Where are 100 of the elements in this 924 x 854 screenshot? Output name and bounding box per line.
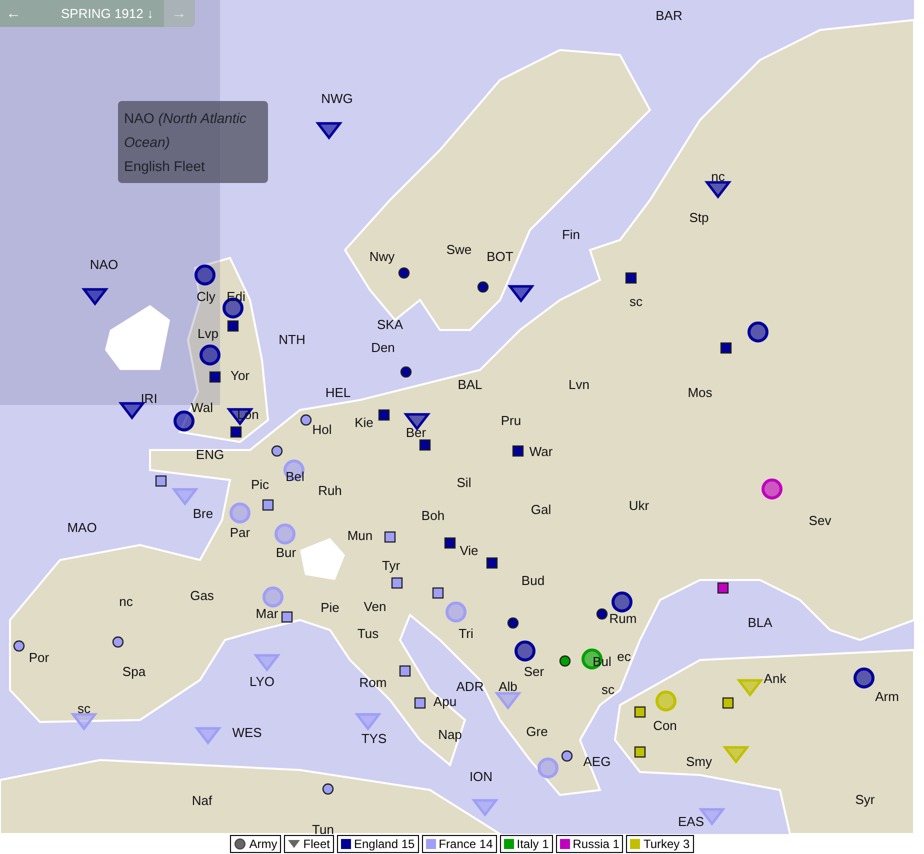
province-label: Ser (524, 664, 544, 679)
province-label: sc (602, 682, 614, 697)
province-label: Sil (456, 475, 472, 490)
province-label: Naf (192, 793, 212, 808)
province-label: Lvp (198, 326, 218, 341)
fleet-marker[interactable] (70, 713, 98, 731)
province-label: War (529, 444, 553, 459)
province-label: SKA (377, 317, 403, 332)
province-label: Apu (433, 694, 457, 709)
tooltip-unit-text: English Fleet (124, 157, 206, 176)
fleet-marker[interactable] (471, 799, 499, 817)
army-marker[interactable] (274, 524, 296, 544)
province-label: IRI (140, 391, 158, 406)
province-label: BOT (486, 249, 514, 264)
province-label: Par (230, 525, 250, 540)
province-label: Tus (357, 626, 379, 641)
army-marker[interactable] (748, 322, 768, 342)
province-label: Bre (192, 506, 214, 521)
province-label: Tun (312, 822, 334, 834)
legend-label: Turkey 3 (643, 837, 690, 851)
province-label: Gas (190, 588, 214, 603)
army-marker[interactable] (200, 344, 220, 366)
impassable-region (300, 538, 345, 580)
province-label: Boh (421, 508, 445, 523)
province-label: NTH (278, 332, 306, 347)
province-label: NWG (321, 91, 353, 106)
fleet-icon (288, 840, 300, 848)
province-label: Stp (689, 210, 709, 225)
fleet-marker[interactable] (253, 654, 281, 672)
province-label: Vie (460, 543, 478, 558)
fleet-marker[interactable] (507, 285, 535, 303)
province-label: AEG (583, 754, 611, 769)
province-label: Ank (764, 671, 786, 686)
province-label: WES (232, 725, 262, 740)
army-marker[interactable] (446, 602, 466, 622)
army-marker[interactable] (230, 502, 250, 524)
legend-label: Russia 1 (572, 837, 620, 851)
fleet-marker[interactable] (704, 181, 732, 199)
army-marker[interactable] (762, 478, 782, 500)
legend-label: Fleet (303, 837, 330, 851)
army-marker[interactable] (262, 586, 284, 608)
province-label: ADR (456, 679, 484, 694)
province-label: Gre (526, 724, 548, 739)
province-label: Por (28, 650, 50, 665)
province-label: Spa (122, 664, 146, 679)
province-label: Tyr (382, 558, 400, 573)
province-label: Den (371, 340, 395, 355)
fleet-marker[interactable] (315, 122, 343, 140)
army-marker[interactable] (854, 668, 874, 688)
province-label: EAS (678, 814, 704, 829)
province-label: ENG (196, 447, 224, 462)
province-label: sc (78, 701, 90, 716)
province-label: Fin (562, 227, 580, 242)
fleet-marker[interactable] (722, 746, 750, 764)
province-label: Bud (521, 573, 545, 588)
province-label: Gal (530, 502, 552, 517)
province-label: Ven (364, 599, 386, 614)
phase-label[interactable]: SPRING 1912 ↓ (29, 0, 164, 27)
army-marker[interactable] (284, 460, 304, 480)
legend-label: France 14 (438, 837, 493, 851)
province-label: Bel (286, 469, 304, 484)
province-label: Tri (458, 626, 474, 641)
army-marker[interactable] (514, 640, 536, 662)
province-label: Rom (359, 675, 387, 690)
army-icon (234, 838, 246, 850)
fleet-marker[interactable] (81, 288, 109, 306)
fleet-marker[interactable] (494, 692, 522, 710)
province-label: Ruh (318, 483, 342, 498)
province-label: BAL (458, 377, 482, 392)
province-label: Mun (347, 528, 373, 543)
army-marker[interactable] (538, 758, 558, 778)
province-label: Pie (320, 600, 340, 615)
province-label: nc (119, 594, 133, 609)
province-label: Lon (237, 407, 259, 422)
fleet-marker[interactable] (354, 713, 382, 731)
province-label: Cly (196, 289, 216, 304)
province-label: Smy (686, 754, 712, 769)
province-label: MAO (67, 520, 97, 535)
fleet-marker[interactable] (736, 679, 764, 697)
province-label: ION (469, 769, 493, 784)
army-marker[interactable] (612, 592, 632, 612)
tooltip-province-name: NAO (North Atlantic Ocean) (124, 109, 248, 152)
impassable-region (105, 305, 170, 370)
army-marker[interactable] (656, 690, 676, 712)
fleet-marker[interactable] (118, 402, 146, 420)
army-marker[interactable] (194, 264, 216, 286)
province-label: Sev (808, 513, 832, 528)
fleet-marker[interactable] (171, 488, 199, 506)
legend-label: Italy 1 (516, 837, 549, 851)
province-label: Lvn (568, 377, 590, 392)
province-label: BLA (748, 615, 772, 630)
province-label: TYS (361, 731, 387, 746)
province-label: Kie (354, 415, 374, 430)
province-label: LYO (249, 674, 275, 689)
fleet-marker[interactable] (194, 727, 222, 745)
province-label: Ber (406, 425, 426, 440)
province-label: BAR (656, 8, 682, 23)
province-label: Mos (688, 385, 712, 400)
army-marker[interactable] (174, 410, 194, 432)
province-label: Wal (191, 400, 213, 415)
